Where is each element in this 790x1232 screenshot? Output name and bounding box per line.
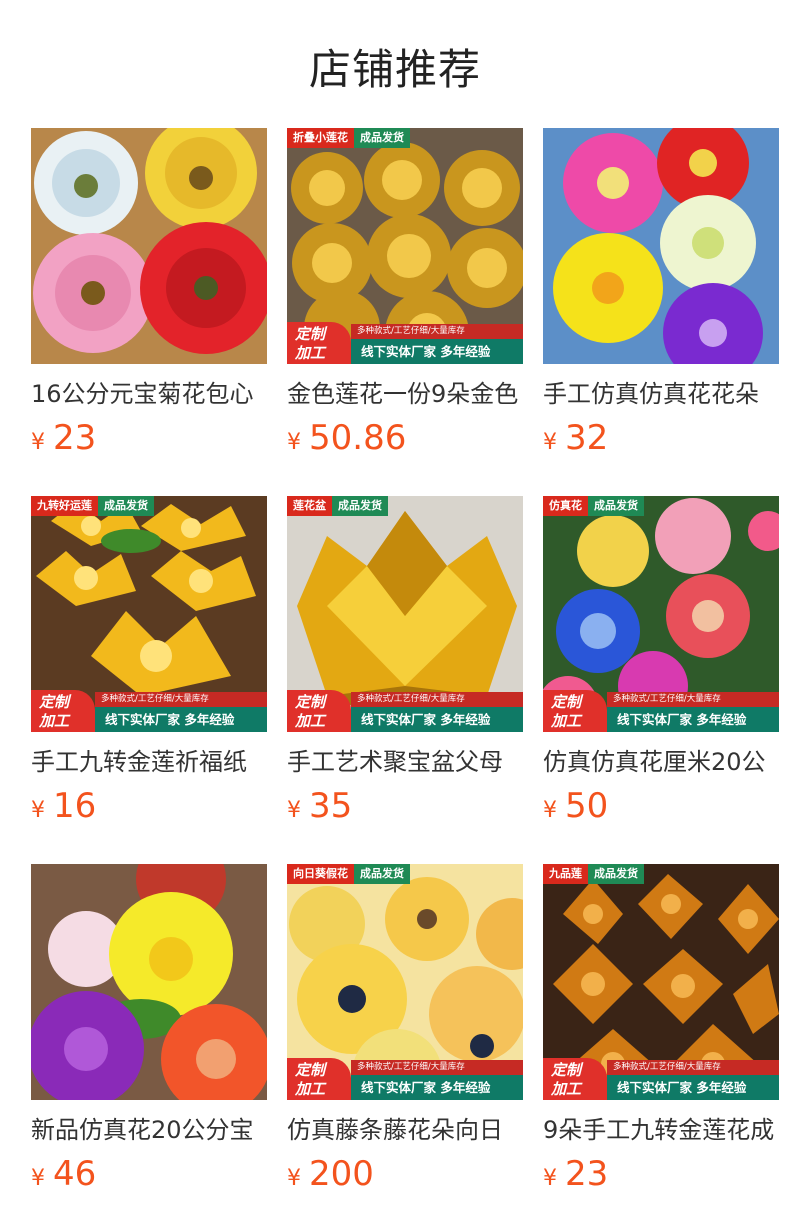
product-card[interactable]: 向日葵假花 成品发货 多种款式/工艺仔细/大量库存 线下实体厂家 多年经验 定制… <box>287 864 523 1194</box>
custom-badge: 定制 加工 <box>543 690 607 732</box>
banner-main-text: 线下实体厂家 多年经验 <box>351 339 523 364</box>
tag-label: 成品发货 <box>588 496 644 516</box>
promo-banner: 多种款式/工艺仔细/大量库存 线下实体厂家 多年经验 定制 加工 <box>287 322 523 364</box>
product-image[interactable]: 折叠小莲花 成品发货 多种款式/工艺仔细/大量库存 线下实体厂家 多年经验 定制… <box>287 128 523 364</box>
product-card[interactable]: 仿真花 成品发货 多种款式/工艺仔细/大量库存 线下实体厂家 多年经验 定制 加工… <box>543 496 779 826</box>
tag-row: 向日葵假花 成品发货 <box>287 864 410 884</box>
product-title[interactable]: 金色莲花一份9朵金色 <box>287 378 523 410</box>
tag-label: 成品发货 <box>588 864 644 884</box>
product-card[interactable]: 九转好运莲 成品发货 多种款式/工艺仔细/大量库存 线下实体厂家 多年经验 定制… <box>31 496 267 826</box>
banner-small-text: 多种款式/工艺仔细/大量库存 <box>351 1060 523 1075</box>
custom-badge: 定制 加工 <box>31 690 95 732</box>
tag-label: 成品发货 <box>354 864 410 884</box>
page-title: 店铺推荐 <box>308 45 481 94</box>
tag-label: 成品发货 <box>332 496 388 516</box>
product-price: ¥50.86 <box>287 418 407 458</box>
promo-banner: 多种款式/工艺仔细/大量库存 线下实体厂家 多年经验 定制 加工 <box>31 690 267 732</box>
product-image[interactable]: 仿真花 成品发货 多种款式/工艺仔细/大量库存 线下实体厂家 多年经验 定制 加工 <box>543 496 779 732</box>
product-price: ¥23 <box>543 1154 609 1194</box>
banner-main-text: 线下实体厂家 多年经验 <box>95 707 267 732</box>
tag-label: 仿真花 <box>543 496 588 516</box>
product-card[interactable]: 折叠小莲花 成品发货 多种款式/工艺仔细/大量库存 线下实体厂家 多年经验 定制… <box>287 128 523 458</box>
product-card[interactable]: 新品仿真花20公分宝 ¥46 <box>31 864 267 1194</box>
banner-small-text: 多种款式/工艺仔细/大量库存 <box>95 692 267 707</box>
product-title[interactable]: 9朵手工九转金莲花成 <box>543 1114 779 1146</box>
product-image[interactable] <box>31 864 267 1100</box>
tag-row: 莲花盆 成品发货 <box>287 496 388 516</box>
custom-badge: 定制 加工 <box>287 690 351 732</box>
custom-badge: 定制 加工 <box>287 1058 351 1100</box>
banner-main-text: 线下实体厂家 多年经验 <box>351 707 523 732</box>
banner-main-text: 线下实体厂家 多年经验 <box>607 1075 779 1100</box>
promo-banner: 多种款式/工艺仔细/大量库存 线下实体厂家 多年经验 定制 加工 <box>543 1058 779 1100</box>
tag-label: 莲花盆 <box>287 496 332 516</box>
tag-row: 折叠小莲花 成品发货 <box>287 128 410 148</box>
promo-banner: 多种款式/工艺仔细/大量库存 线下实体厂家 多年经验 定制 加工 <box>543 690 779 732</box>
product-image[interactable]: 莲花盆 成品发货 多种款式/工艺仔细/大量库存 线下实体厂家 多年经验 定制 加工 <box>287 496 523 732</box>
product-card[interactable]: 手工仿真仿真花花朵 ¥32 <box>543 128 779 458</box>
tag-label: 九品莲 <box>543 864 588 884</box>
product-title[interactable]: 手工仿真仿真花花朵 <box>543 378 779 410</box>
banner-small-text: 多种款式/工艺仔细/大量库存 <box>607 692 779 707</box>
product-price: ¥23 <box>31 418 97 458</box>
product-price: ¥32 <box>543 418 609 458</box>
banner-main-text: 线下实体厂家 多年经验 <box>607 707 779 732</box>
banner-small-text: 多种款式/工艺仔细/大量库存 <box>351 324 523 339</box>
product-image[interactable] <box>31 128 267 364</box>
product-card[interactable]: 九品莲 成品发货 多种款式/工艺仔细/大量库存 线下实体厂家 多年经验 定制 加工… <box>543 864 779 1194</box>
promo-banner: 多种款式/工艺仔细/大量库存 线下实体厂家 多年经验 定制 加工 <box>287 1058 523 1100</box>
product-card[interactable]: 16公分元宝菊花包心 ¥23 <box>31 128 267 458</box>
product-image[interactable]: 九品莲 成品发货 多种款式/工艺仔细/大量库存 线下实体厂家 多年经验 定制 加工 <box>543 864 779 1100</box>
custom-badge: 定制 加工 <box>287 322 351 364</box>
product-image[interactable]: 向日葵假花 成品发货 多种款式/工艺仔细/大量库存 线下实体厂家 多年经验 定制… <box>287 864 523 1100</box>
product-title[interactable]: 仿真仿真花厘米20公 <box>543 746 779 778</box>
product-price: ¥16 <box>31 786 97 826</box>
artificial-flower-heads-icon <box>543 128 779 364</box>
banner-small-text: 多种款式/工艺仔细/大量库存 <box>351 692 523 707</box>
custom-badge: 定制 加工 <box>543 1058 607 1100</box>
product-title[interactable]: 手工九转金莲祈福纸 <box>31 746 267 778</box>
tag-label: 向日葵假花 <box>287 864 354 884</box>
product-title[interactable]: 仿真藤条藤花朵向日 <box>287 1114 523 1146</box>
banner-small-text: 多种款式/工艺仔细/大量库存 <box>607 1060 779 1075</box>
tag-row: 仿真花 成品发货 <box>543 496 644 516</box>
tag-label: 成品发货 <box>354 128 410 148</box>
product-title[interactable]: 16公分元宝菊花包心 <box>31 378 267 410</box>
product-price: ¥50 <box>543 786 609 826</box>
product-image[interactable] <box>543 128 779 364</box>
product-price: ¥35 <box>287 786 353 826</box>
product-title[interactable]: 新品仿真花20公分宝 <box>31 1114 267 1146</box>
tag-label: 折叠小莲花 <box>287 128 354 148</box>
product-image[interactable]: 九转好运莲 成品发货 多种款式/工艺仔细/大量库存 线下实体厂家 多年经验 定制… <box>31 496 267 732</box>
tag-row: 九转好运莲 成品发货 <box>31 496 154 516</box>
banner-main-text: 线下实体厂家 多年经验 <box>351 1075 523 1100</box>
product-price: ¥46 <box>31 1154 97 1194</box>
tag-label: 九转好运莲 <box>31 496 98 516</box>
tag-row: 九品莲 成品发货 <box>543 864 644 884</box>
product-card[interactable]: 莲花盆 成品发货 多种款式/工艺仔细/大量库存 线下实体厂家 多年经验 定制 加工… <box>287 496 523 826</box>
tag-label: 成品发货 <box>98 496 154 516</box>
promo-banner: 多种款式/工艺仔细/大量库存 线下实体厂家 多年经验 定制 加工 <box>287 690 523 732</box>
bright-lotus-flowers-icon <box>31 864 267 1100</box>
product-price: ¥200 <box>287 1154 374 1194</box>
pastel-chrysanthemums-icon <box>31 128 267 364</box>
product-title[interactable]: 手工艺术聚宝盆父母 <box>287 746 523 778</box>
